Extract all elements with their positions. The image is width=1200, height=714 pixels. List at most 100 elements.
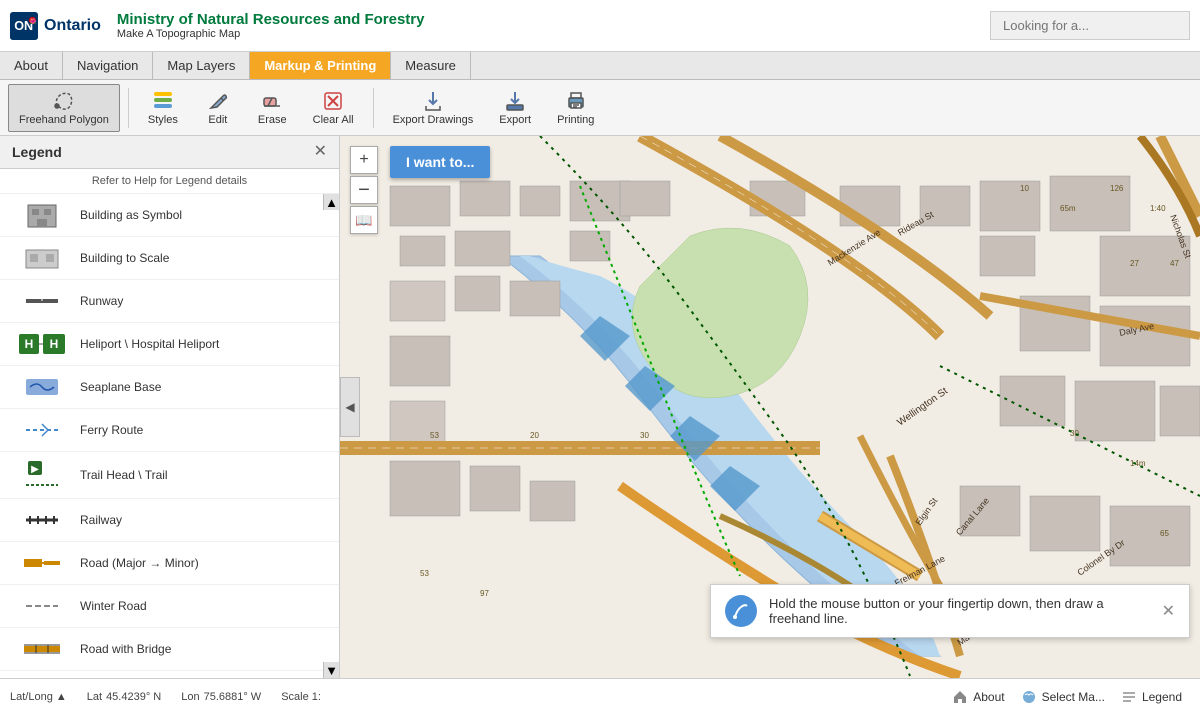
nav-tabs: About Navigation Map Layers Markup & Pri… <box>0 52 1200 80</box>
coordinate-display: Lat/Long ▲ <box>10 691 67 703</box>
export-button[interactable]: Export <box>488 84 542 132</box>
legend-icon <box>1121 689 1137 705</box>
svg-text:97: 97 <box>480 589 489 598</box>
legend-scroll-area[interactable]: ▲ Building as Symbol <box>0 194 339 678</box>
bottom-nav-about[interactable]: About <box>944 685 1012 709</box>
legend-header: Legend ✕ <box>0 136 339 169</box>
printing-icon <box>565 90 587 112</box>
tab-measure[interactable]: Measure <box>391 52 471 79</box>
lon-label: Lon <box>181 691 199 703</box>
edit-button[interactable]: Edit <box>193 84 243 132</box>
winter-road-label: Winter Road <box>80 599 147 613</box>
tooltip-draw-icon <box>725 595 757 627</box>
winter-road-icon <box>12 590 72 622</box>
i-want-to-button[interactable]: I want to... <box>390 146 490 178</box>
bottom-nav-select-map-label: Select Ma... <box>1042 690 1105 704</box>
toolbar: Freehand Polygon Styles Edit Erase <box>0 80 1200 136</box>
tab-navigation[interactable]: Navigation <box>63 52 153 79</box>
trailhead-label: Trail Head \ Trail <box>80 468 168 482</box>
svg-text:53: 53 <box>420 569 429 578</box>
svg-text:H: H <box>50 337 59 351</box>
building-symbol-label: Building as Symbol <box>80 208 182 222</box>
styles-icon <box>152 90 174 112</box>
list-item: Road (Major → Minor) <box>0 542 339 585</box>
map-area[interactable]: 53 20 30 53 97 10 65m 126 1:40 27 47 30 … <box>340 136 1200 678</box>
export-drawings-icon <box>422 90 444 112</box>
ministry-info: Ministry of Natural Resources and Forest… <box>117 11 990 40</box>
ministry-subtitle: Make A Topographic Map <box>117 28 990 40</box>
clear-all-button[interactable]: Clear All <box>302 84 365 132</box>
legend-close-button[interactable]: ✕ <box>314 144 327 160</box>
ontario-logo: ON 🌺 Ontario <box>10 12 101 40</box>
toolbar-separator-1 <box>128 88 129 128</box>
tab-markup-printing[interactable]: Markup & Printing <box>250 52 391 79</box>
styles-button[interactable]: Styles <box>137 84 189 132</box>
heliport-label: Heliport \ Hospital Heliport <box>80 337 219 351</box>
legend-help-text: Refer to Help for Legend details <box>0 169 339 194</box>
tab-about[interactable]: About <box>0 52 63 79</box>
list-item: Road with Tunnel <box>0 671 339 678</box>
erase-label: Erase <box>258 114 287 126</box>
list-item: Railway <box>0 499 339 542</box>
svg-text:53: 53 <box>430 431 439 440</box>
railway-icon <box>12 504 72 536</box>
zoom-out-button[interactable]: − <box>350 176 378 204</box>
freehand-polygon-button[interactable]: Freehand Polygon <box>8 84 120 132</box>
ontario-trillium-icon: ON 🌺 <box>10 12 38 40</box>
legend-panel: Legend ✕ Refer to Help for Legend detail… <box>0 136 340 678</box>
bottom-nav-legend[interactable]: Legend <box>1113 685 1190 709</box>
railway-label: Railway <box>80 513 122 527</box>
svg-text:27: 27 <box>1130 259 1139 268</box>
svg-text:30: 30 <box>640 431 649 440</box>
styles-label: Styles <box>148 114 178 126</box>
bottom-nav-about-label: About <box>973 690 1004 704</box>
freehand-polygon-label: Freehand Polygon <box>19 114 109 126</box>
header: ON 🌺 Ontario Ministry of Natural Resourc… <box>0 0 1200 52</box>
bottom-nav-select-map[interactable]: Select Ma... <box>1013 685 1113 709</box>
runway-label: Runway <box>80 294 123 308</box>
erase-button[interactable]: Erase <box>247 84 298 132</box>
legend-scroll-up[interactable]: ▲ <box>323 194 339 210</box>
seaplane-icon <box>12 371 72 403</box>
lat-label: Lat <box>87 691 102 703</box>
list-item: Seaplane Base <box>0 366 339 409</box>
ministry-title: Ministry of Natural Resources and Forest… <box>117 11 990 28</box>
clear-all-label: Clear All <box>313 114 354 126</box>
coord-type-label: Lat/Long ▲ <box>10 691 67 703</box>
printing-button[interactable]: Printing <box>546 84 605 132</box>
legend-collapse-button[interactable]: ◀ <box>340 377 360 437</box>
ontario-wordmark: Ontario <box>44 17 101 35</box>
freehand-polygon-icon <box>53 90 75 112</box>
list-item: Road with Bridge <box>0 628 339 671</box>
tab-map-layers[interactable]: Map Layers <box>153 52 250 79</box>
svg-text:20: 20 <box>530 431 539 440</box>
bookmarks-button[interactable]: 📖 <box>350 206 378 234</box>
legend-title: Legend <box>12 144 62 160</box>
road-tunnel-icon <box>12 676 72 678</box>
lat-value: 45.4239° N <box>106 691 161 703</box>
printing-label: Printing <box>557 114 594 126</box>
building-symbol-icon <box>12 199 72 231</box>
main-content: Legend ✕ Refer to Help for Legend detail… <box>0 136 1200 678</box>
bottom-nav: About Select Ma... Legend <box>944 685 1190 709</box>
lon-value: 75.6881° W <box>204 691 262 703</box>
list-item: Building as Symbol <box>0 194 339 237</box>
svg-text:▶: ▶ <box>31 464 39 475</box>
building-scale-icon <box>12 242 72 274</box>
search-input[interactable] <box>990 11 1190 40</box>
scale-label: Scale 1: <box>281 691 321 703</box>
erase-icon <box>261 90 283 112</box>
tooltip-close-button[interactable]: ✕ <box>1162 601 1175 621</box>
list-item: Winter Road <box>0 585 339 628</box>
zoom-in-button[interactable]: + <box>350 146 378 174</box>
edit-label: Edit <box>208 114 227 126</box>
export-drawings-button[interactable]: Export Drawings <box>382 84 485 132</box>
legend-scroll-down[interactable]: ▼ <box>323 662 339 678</box>
road-major-minor-icon <box>12 547 72 579</box>
status-bar: Lat/Long ▲ Lat 45.4239° N Lon 75.6881° W… <box>0 678 1200 714</box>
toolbar-separator-2 <box>373 88 374 128</box>
map-select-icon <box>1021 689 1037 705</box>
map-controls: + − 📖 <box>350 146 378 234</box>
svg-text:65m: 65m <box>1060 204 1076 213</box>
bottom-nav-legend-label: Legend <box>1142 690 1182 704</box>
